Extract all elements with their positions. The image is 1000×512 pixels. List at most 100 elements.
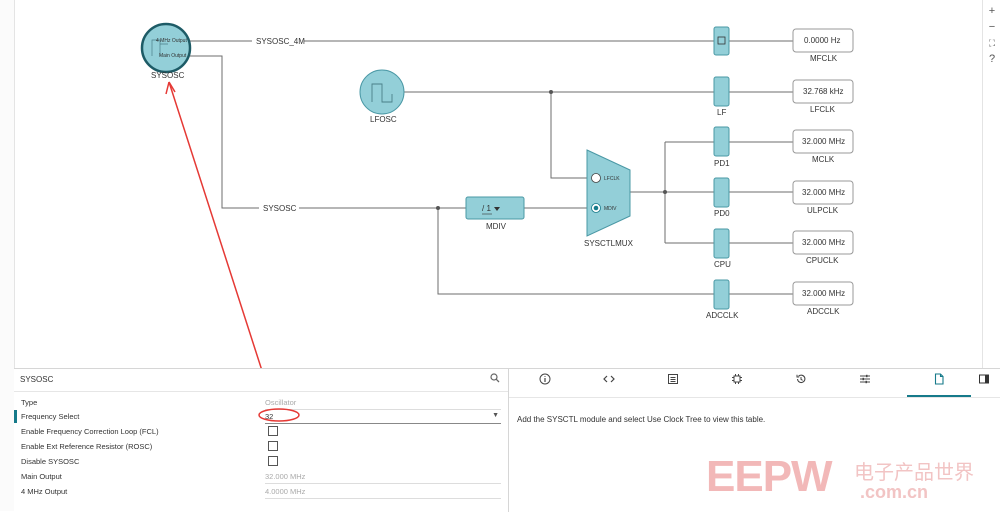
output-cpuclk[interactable]: 32.000 MHz	[792, 230, 854, 255]
output-name-adcclk: ADCCLK	[807, 307, 840, 316]
wire-label-sysosc: SYSOSC	[263, 204, 297, 213]
gate-label-cpu: CPU	[714, 260, 731, 269]
table-icon	[668, 374, 678, 384]
gate-label-pd0: PD0	[714, 209, 730, 218]
prop-value-main-output: 32.000 MHz	[265, 472, 501, 484]
prop-row-rosc: Enable Ext Reference Resistor (ROSC)	[14, 439, 508, 454]
wire-label-sysosc-4m: SYSOSC_4M	[256, 37, 305, 46]
prop-label-main-output: Main Output	[21, 472, 62, 481]
gate-mfclk[interactable]	[713, 26, 730, 56]
output-name-cpuclk: CPUCLK	[806, 256, 839, 265]
tab-document[interactable]	[907, 369, 971, 397]
annotation-ellipse	[258, 408, 300, 422]
zoom-toolbar: + − ⛶ ?	[985, 4, 999, 68]
prop-label-fcl: Enable Frequency Correction Loop (FCL)	[21, 427, 159, 436]
prop-label-rosc: Enable Ext Reference Resistor (ROSC)	[21, 442, 153, 451]
tab-code[interactable]	[577, 369, 641, 397]
sysosc-label: SYSOSC	[151, 71, 185, 80]
prop-label-type: Type	[21, 398, 38, 407]
output-value-lfclk: 32.768 kHz	[803, 87, 843, 96]
annotation-arrow	[165, 81, 262, 368]
help-button[interactable]: ?	[985, 52, 999, 66]
info-icon	[539, 373, 551, 385]
gate-adcclk[interactable]	[713, 279, 730, 310]
output-mclk[interactable]: 32.000 MHz	[792, 129, 854, 154]
disable-sysosc-checkbox[interactable]	[268, 456, 278, 466]
gate-cpu[interactable]	[713, 228, 730, 259]
prop-label-4mhz-output: 4 MHz Output	[21, 487, 68, 496]
properties-header: SYSOSC	[14, 369, 508, 392]
right-rail-divider	[982, 0, 983, 368]
eepw-watermark: EEPW 电子产品世界 .com.cn	[706, 452, 996, 508]
output-name-mclk: MCLK	[812, 155, 835, 164]
prop-label-frequency-select: Frequency Select	[21, 412, 80, 421]
output-mfclk[interactable]: 0.0000 Hz	[792, 28, 854, 53]
document-icon	[934, 373, 944, 385]
tab-history[interactable]	[769, 369, 833, 397]
help-message: Add the SYSCTL module and select Use Clo…	[517, 415, 766, 424]
mdiv-divider[interactable]: / 1	[465, 196, 525, 220]
output-value-adcclk: 32.000 MHz	[802, 289, 845, 298]
output-value-mclk: 32.000 MHz	[802, 137, 845, 146]
mdiv-label: MDIV	[486, 222, 507, 231]
output-lfclk[interactable]: 32.768 kHz	[792, 79, 854, 104]
tab-info[interactable]	[513, 369, 577, 397]
panel-toggle-icon	[979, 374, 989, 384]
selected-row-indicator	[14, 410, 17, 423]
mux-input-mdiv: MDIV	[604, 206, 617, 212]
output-value-ulpclk: 32.000 MHz	[802, 188, 845, 197]
sysosc-node[interactable]: 4 MHz Output Main Output	[140, 22, 192, 74]
watermark-logo: EEPW	[706, 452, 833, 501]
history-icon	[796, 374, 806, 384]
wires	[190, 40, 793, 295]
sliders-icon	[860, 374, 870, 384]
mux-radio-lfclk[interactable]	[591, 173, 601, 183]
prop-row-fcl: Enable Frequency Correction Loop (FCL)	[14, 424, 508, 439]
search-icon[interactable]	[490, 373, 500, 386]
gate-pd1[interactable]	[713, 126, 730, 157]
fit-view-button[interactable]: ⛶	[985, 36, 999, 50]
lfosc-node[interactable]	[359, 69, 405, 115]
zoom-out-button[interactable]: −	[985, 20, 999, 34]
watermark-chinese-text: 电子产品世界	[854, 462, 974, 484]
prop-row-main-output: Main Output 32.000 MHz	[14, 469, 508, 484]
prop-row-disable-sysosc: Disable SYSOSC	[14, 454, 508, 469]
output-ulpclk[interactable]: 32.000 MHz	[792, 180, 854, 205]
properties-title: SYSOSC	[20, 375, 54, 384]
fcl-checkbox[interactable]	[268, 426, 278, 436]
chip-icon	[732, 374, 742, 384]
prop-row-4mhz-output: 4 MHz Output 4.0000 MHz	[14, 484, 508, 499]
properties-panel: SYSOSC Type Oscillator Frequency Select …	[14, 369, 509, 512]
gate-label-adcclk: ADCCLK	[706, 311, 739, 320]
main-output-value: 32.000 MHz	[265, 472, 306, 481]
mux-input-lfclk: LFCLK	[604, 176, 620, 182]
gate-lf[interactable]	[713, 76, 730, 107]
output-adcclk[interactable]: 32.000 MHz	[792, 281, 854, 306]
4mhz-output-value: 4.0000 MHz	[265, 487, 306, 496]
gate-pd0[interactable]	[713, 177, 730, 208]
tab-settings[interactable]	[833, 369, 897, 397]
tab-table[interactable]	[641, 369, 705, 397]
chevron-down-icon: ▼	[492, 412, 499, 419]
gate-label-lf: LF	[717, 108, 726, 117]
sysosc-main-output-label: Main Output	[159, 53, 187, 59]
sysctlmux[interactable]: LFCLK MDIV	[586, 149, 631, 237]
prop-row-frequency-select: Frequency Select 32 ▼	[14, 408, 508, 424]
gate-label-pd1: PD1	[714, 159, 730, 168]
clock-tree-diagram: SYSOSC_4M SYSOSC 4 MHz Output Main Outpu…	[140, 22, 854, 368]
tab-chip[interactable]	[705, 369, 769, 397]
sysosc-4mhz-output-label: 4 MHz Output	[156, 38, 187, 44]
code-icon	[603, 375, 615, 383]
lfosc-label: LFOSC	[370, 115, 397, 124]
panel-toggle-button[interactable]	[971, 369, 997, 397]
output-name-lfclk: LFCLK	[810, 105, 836, 114]
prop-label-disable-sysosc: Disable SYSOSC	[21, 457, 80, 466]
output-value-mfclk: 0.0000 Hz	[804, 36, 840, 45]
help-tabs	[509, 369, 1000, 398]
prop-value-type-text: Oscillator	[265, 398, 297, 407]
output-name-ulpclk: ULPCLK	[807, 206, 839, 215]
zoom-in-button[interactable]: +	[985, 4, 999, 18]
output-name-mfclk: MFCLK	[810, 54, 838, 63]
sysctlmux-label: SYSCTLMUX	[584, 239, 634, 248]
rosc-checkbox[interactable]	[268, 441, 278, 451]
